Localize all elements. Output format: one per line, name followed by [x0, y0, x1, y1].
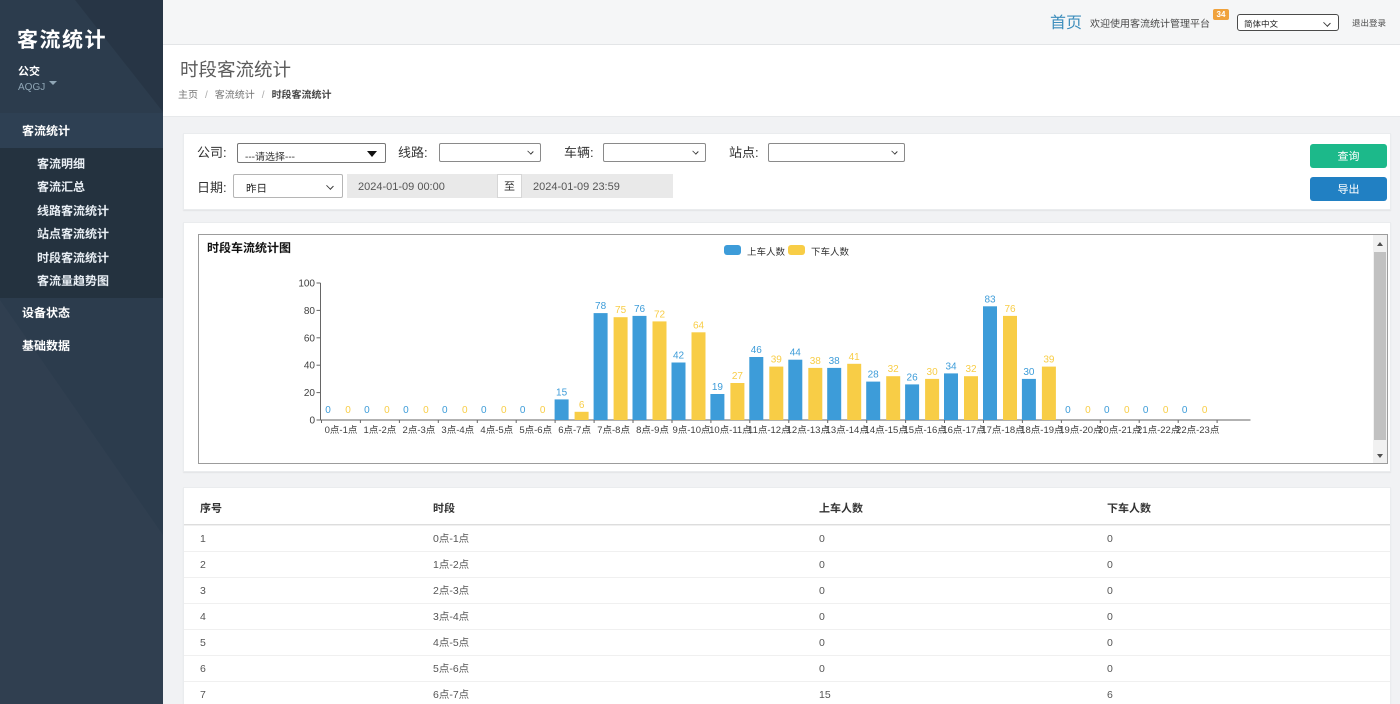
svg-text:32: 32	[965, 360, 977, 375]
svg-text:2点-3点: 2点-3点	[403, 422, 436, 436]
svg-text:0: 0	[364, 401, 370, 416]
svg-text:6点-7点: 6点-7点	[558, 422, 591, 436]
svg-text:80: 80	[304, 302, 316, 317]
svg-text:60: 60	[304, 329, 316, 344]
svg-text:38: 38	[810, 352, 822, 367]
svg-text:0: 0	[1163, 401, 1169, 416]
svg-text:22点-23点: 22点-23点	[1176, 422, 1220, 436]
svg-text:76: 76	[634, 300, 646, 315]
svg-text:0: 0	[462, 401, 468, 416]
svg-text:0: 0	[442, 401, 448, 416]
svg-text:7点-8点: 7点-8点	[597, 422, 630, 436]
svg-text:15: 15	[556, 383, 568, 398]
svg-text:17点-18点: 17点-18点	[981, 422, 1025, 436]
svg-text:42: 42	[673, 347, 685, 362]
svg-text:16点-17点: 16点-17点	[942, 422, 986, 436]
svg-text:0: 0	[325, 401, 331, 416]
svg-text:0: 0	[1202, 401, 1208, 416]
svg-text:40: 40	[304, 357, 316, 372]
svg-text:0: 0	[345, 401, 351, 416]
svg-text:6: 6	[579, 396, 585, 411]
svg-text:44: 44	[790, 344, 802, 359]
svg-text:5点-6点: 5点-6点	[519, 422, 552, 436]
svg-text:32: 32	[888, 360, 900, 375]
svg-text:39: 39	[1043, 351, 1055, 366]
svg-text:12点-13点: 12点-13点	[787, 422, 831, 436]
svg-text:72: 72	[654, 305, 666, 320]
svg-text:11点-12点: 11点-12点	[748, 422, 791, 436]
svg-text:0: 0	[1143, 401, 1149, 416]
svg-text:21点-22点: 21点-22点	[1137, 422, 1181, 436]
svg-text:10点-11点: 10点-11点	[709, 422, 752, 436]
svg-text:19: 19	[712, 378, 724, 393]
svg-text:0: 0	[309, 412, 315, 427]
svg-text:39: 39	[771, 351, 783, 366]
svg-text:0: 0	[1085, 401, 1091, 416]
svg-text:0点-1点: 0点-1点	[325, 422, 358, 436]
svg-text:0: 0	[520, 401, 526, 416]
svg-text:3点-4点: 3点-4点	[441, 422, 474, 436]
svg-text:30: 30	[927, 363, 939, 378]
svg-text:20: 20	[304, 384, 316, 399]
svg-text:100: 100	[298, 275, 315, 290]
svg-text:83: 83	[984, 290, 996, 305]
svg-text:78: 78	[595, 297, 607, 312]
svg-text:38: 38	[829, 352, 841, 367]
svg-text:4点-5点: 4点-5点	[480, 422, 513, 436]
svg-text:0: 0	[540, 401, 546, 416]
svg-text:15点-16点: 15点-16点	[903, 422, 947, 436]
svg-text:13点-14点: 13点-14点	[826, 422, 870, 436]
svg-text:0: 0	[1065, 401, 1071, 416]
svg-text:0: 0	[481, 401, 487, 416]
svg-text:34: 34	[945, 357, 957, 372]
svg-text:46: 46	[751, 341, 763, 356]
svg-text:8点-9点: 8点-9点	[636, 422, 669, 436]
svg-text:9点-10点: 9点-10点	[672, 422, 711, 436]
svg-text:19点-20点: 19点-20点	[1059, 422, 1103, 436]
svg-text:26: 26	[907, 368, 919, 383]
svg-text:27: 27	[732, 367, 744, 382]
svg-text:14点-15点: 14点-15点	[865, 422, 909, 436]
svg-text:0: 0	[1182, 401, 1188, 416]
svg-text:75: 75	[615, 301, 627, 316]
svg-text:18点-19点: 18点-19点	[1020, 422, 1064, 436]
svg-text:0: 0	[1124, 401, 1130, 416]
svg-text:0: 0	[384, 401, 390, 416]
svg-text:0: 0	[1104, 401, 1110, 416]
svg-text:76: 76	[1004, 300, 1016, 315]
svg-text:41: 41	[849, 348, 861, 363]
svg-text:28: 28	[868, 366, 880, 381]
svg-text:1点-2点: 1点-2点	[364, 422, 397, 436]
svg-text:0: 0	[423, 401, 429, 416]
svg-text:64: 64	[693, 316, 705, 331]
svg-text:30: 30	[1023, 363, 1035, 378]
svg-text:20点-21点: 20点-21点	[1098, 422, 1142, 436]
svg-text:0: 0	[501, 401, 507, 416]
svg-text:0: 0	[403, 401, 409, 416]
